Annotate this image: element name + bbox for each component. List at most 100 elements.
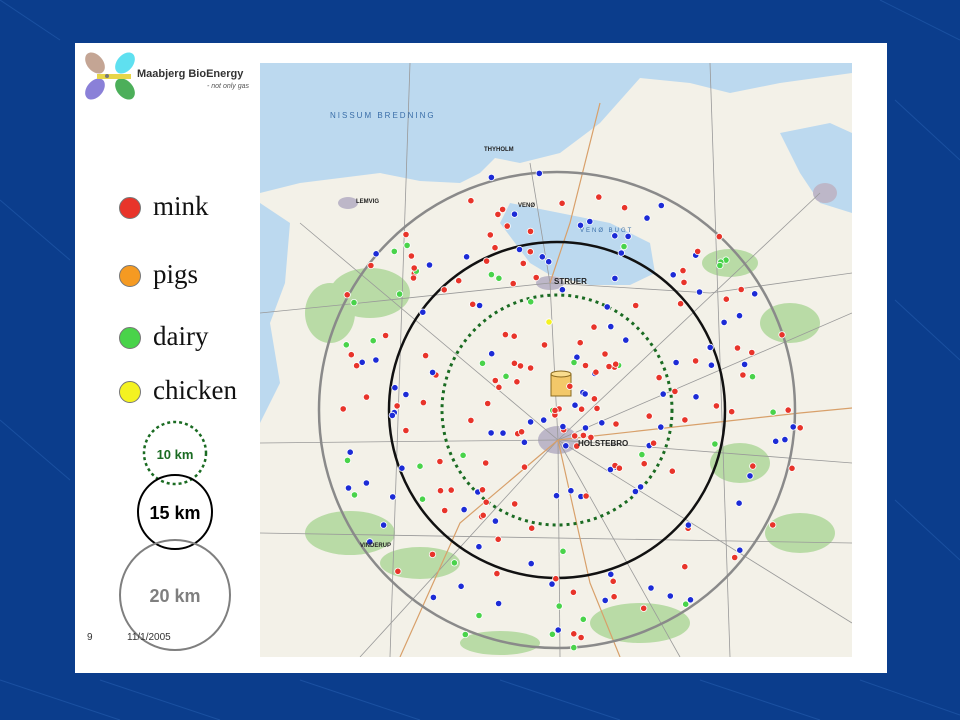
farm-marker — [527, 559, 535, 568]
farm-marker — [494, 210, 502, 218]
farm-marker — [429, 593, 437, 602]
farm-marker — [640, 604, 648, 612]
farm-marker — [746, 472, 754, 480]
farm-marker — [343, 456, 352, 464]
farm-marker — [526, 248, 534, 256]
farm-marker — [440, 286, 448, 294]
farm-marker — [495, 599, 503, 608]
farm-marker — [612, 420, 620, 428]
farm-marker — [684, 521, 692, 529]
farm-marker — [436, 457, 444, 466]
farm-marker — [339, 405, 347, 413]
farm-marker — [680, 278, 688, 286]
farm-marker — [592, 368, 600, 376]
farm-marker — [733, 344, 742, 352]
map-canvas — [260, 63, 852, 657]
farm-marker — [605, 362, 613, 371]
main-roads — [399, 102, 852, 657]
farm-marker — [676, 300, 685, 308]
farm-marker — [362, 479, 371, 487]
ring-key-10km-label: 10 km — [157, 447, 194, 462]
farm-marker — [581, 361, 590, 370]
farm-marker — [388, 411, 396, 419]
farm-marker — [712, 402, 720, 410]
farm-marker — [569, 588, 577, 596]
farm-marker — [740, 360, 749, 368]
farm-marker — [532, 273, 540, 282]
farm-marker — [571, 401, 579, 409]
farm-marker — [748, 348, 756, 357]
farm-marker — [479, 511, 487, 519]
farm-marker — [737, 285, 745, 294]
farm-marker — [612, 360, 620, 368]
farm-marker — [751, 290, 759, 298]
farm-marker — [416, 462, 424, 470]
farm-marker — [478, 359, 487, 367]
farm-marker — [571, 432, 579, 440]
farm-marker — [682, 600, 690, 608]
fjord-water — [260, 63, 852, 193]
farm-marker — [638, 450, 646, 459]
farm-marker — [735, 312, 744, 320]
legend-label-pigs: pigs — [153, 259, 199, 289]
water-label-venoe-bugt: VENØ BUGT — [580, 228, 634, 234]
farm-marker — [478, 486, 487, 494]
farm-marker — [342, 341, 350, 349]
farm-marker — [372, 250, 380, 258]
farm-marker — [632, 301, 640, 310]
farm-marker — [601, 596, 609, 605]
farm-marker — [475, 543, 483, 551]
farm-marker — [487, 429, 495, 437]
farm-marker — [609, 577, 617, 585]
farm-marker — [607, 322, 615, 331]
farm-marker — [722, 295, 730, 303]
west-water — [260, 203, 290, 423]
farm-marker — [748, 373, 757, 381]
dairy-dot-icon — [119, 327, 141, 349]
farm-marker — [716, 261, 724, 270]
farm-marker — [645, 412, 653, 420]
farm-marker — [620, 242, 628, 251]
farm-marker — [475, 611, 483, 620]
farm-marker — [570, 643, 578, 652]
farm-marker — [455, 277, 463, 285]
farm-marker — [391, 384, 399, 392]
town-struer: STRUER — [554, 277, 587, 286]
farm-marker — [789, 423, 797, 431]
chicken-dot-icon — [119, 381, 141, 403]
farm-marker — [694, 247, 702, 255]
farm-marker — [499, 429, 507, 437]
farm-marker — [669, 271, 677, 279]
town-venoe: VENØ — [518, 203, 536, 209]
farm-marker — [511, 500, 519, 508]
farm-marker — [520, 438, 528, 446]
farm-marker — [769, 408, 777, 416]
farm-marker — [515, 245, 524, 254]
farm-marker — [402, 390, 410, 399]
farm-marker — [460, 505, 468, 514]
farm-marker — [711, 440, 719, 448]
farm-marker — [517, 428, 526, 436]
farm-marker — [548, 630, 556, 638]
farm-marker — [681, 563, 689, 571]
farm-marker — [649, 439, 658, 447]
brand-name: Maabjerg BioEnergy — [137, 68, 244, 80]
farm-marker — [402, 426, 410, 435]
legend-label-mink: mink — [153, 191, 209, 221]
farm-marker — [398, 464, 406, 472]
farm-marker — [540, 416, 548, 424]
farm-marker — [494, 535, 502, 543]
farm-marker — [422, 351, 430, 360]
farm-marker — [526, 227, 535, 235]
farm-marker — [407, 252, 415, 260]
farm-marker — [403, 241, 411, 249]
farm-marker — [396, 290, 404, 298]
farm-marker — [519, 259, 527, 267]
farm-marker — [579, 615, 587, 623]
farm-marker — [513, 378, 521, 386]
slide: Maabjerg BioEnergy - not only gas mink p… — [75, 43, 887, 673]
farm-marker — [593, 404, 601, 412]
farm-marker — [562, 442, 570, 450]
farm-marker — [487, 271, 495, 279]
farm-marker — [736, 546, 744, 554]
